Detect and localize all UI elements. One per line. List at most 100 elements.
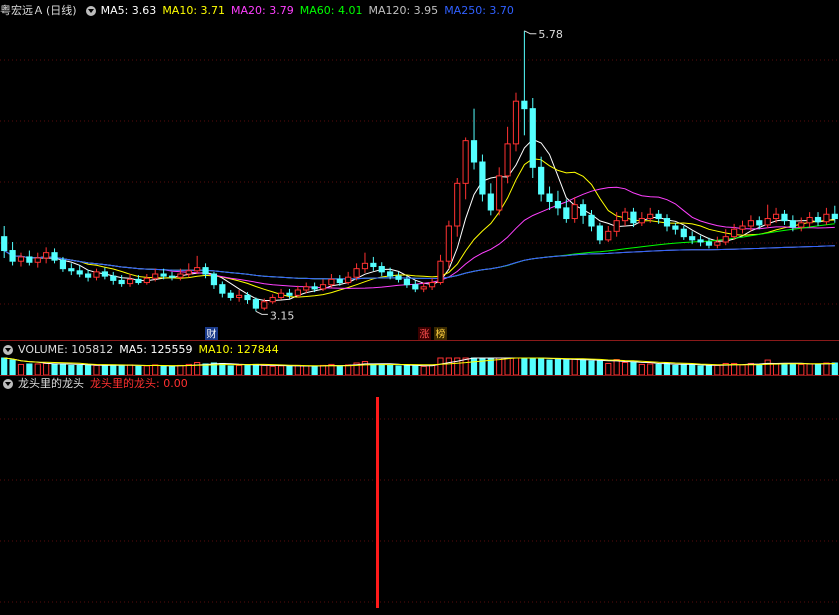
pane-divider (0, 340, 839, 341)
candle (437, 254, 444, 285)
volume-bar (697, 365, 704, 376)
dragon-head-signal-bar (376, 397, 379, 608)
rank-list-tag-text: 榜 (436, 328, 446, 341)
volume-bar (588, 360, 595, 376)
candle-body-down (387, 271, 394, 277)
candle-body-up (428, 282, 436, 288)
ma10-label: MA10: 3.71 (162, 4, 226, 17)
volume-label: VOLUME: 105812 (18, 343, 114, 356)
volume-bar (34, 363, 41, 376)
kline-chart[interactable]: 5.78 3.15 财 涨榜 (0, 0, 839, 615)
candle-body-up (194, 267, 201, 272)
candle-body-down (781, 213, 788, 222)
volume-bar (546, 359, 553, 376)
candle-body-down (160, 273, 167, 277)
candle (546, 186, 553, 210)
candle-body-up (445, 225, 452, 262)
finance-tag: 财 (205, 327, 218, 341)
candle (17, 252, 25, 267)
volume-bar (538, 357, 545, 376)
candle-body-up (294, 289, 301, 296)
volume-bar (554, 359, 562, 376)
volume-bar (496, 357, 503, 376)
candle-body-up (185, 270, 192, 275)
candle-body-down (663, 218, 671, 227)
stock-name[interactable]: 粤宏远Ａ (0, 3, 44, 19)
volume-bar (705, 365, 713, 376)
volume-bar (571, 358, 578, 376)
candle (823, 207, 830, 225)
volume-bar (286, 365, 293, 376)
candle-body-up (437, 260, 444, 284)
volume-bar (605, 362, 612, 376)
volume-ma5-label: MA5: 125559 (119, 343, 193, 356)
candle-body-up (621, 211, 629, 222)
candle-body-down (680, 228, 687, 238)
candle-body-down (546, 193, 553, 202)
candle-body-down (470, 140, 478, 163)
indicator-pane-menu-icon[interactable] (3, 379, 13, 389)
candle-body-up (571, 204, 578, 220)
volume-bar (395, 365, 402, 376)
candle (143, 274, 150, 285)
candle (252, 297, 259, 312)
candle-body-down (336, 278, 343, 284)
candle-body-down (814, 216, 822, 223)
volume-bar (110, 364, 117, 376)
volume-bar (403, 364, 411, 376)
indicator-value: 龙头里的龙头: 0.00 (90, 377, 188, 390)
candle (9, 242, 16, 266)
volume-bar (227, 365, 234, 376)
candle-body-up (823, 213, 830, 223)
candle-body-down (487, 193, 494, 211)
candle (101, 267, 108, 280)
volume-bar (663, 362, 671, 376)
candle-body-down (521, 100, 528, 110)
volume-bar (756, 364, 763, 376)
candle-body-up (605, 230, 612, 241)
volume-bar (177, 364, 184, 376)
volume-ma10-label: MA10: 127844 (198, 343, 279, 356)
volume-bar (160, 365, 167, 376)
candle (219, 281, 226, 298)
rank-list-tag: 榜 (434, 327, 447, 341)
candle (764, 204, 771, 229)
candle-body-up (328, 278, 335, 286)
volume-bar (823, 362, 830, 376)
ma60-label: MA60: 4.01 (299, 4, 363, 17)
candle (806, 212, 813, 228)
candle-body-down (110, 275, 117, 281)
candle (512, 92, 520, 152)
volume-bar (84, 364, 92, 376)
finance-tag-text: 财 (207, 328, 217, 341)
limit-up-tag: 涨 (418, 327, 431, 341)
candle-body-down (672, 225, 679, 230)
volume-bar (739, 364, 746, 376)
candle (26, 250, 33, 266)
candle (277, 288, 285, 300)
volume-menu-icon[interactable] (3, 345, 13, 355)
volume-bar (194, 361, 201, 376)
candle-body-down (370, 262, 377, 268)
candle (739, 220, 746, 234)
ma10-line (3, 158, 835, 298)
volume-bar (437, 357, 444, 376)
candle-body-up (126, 278, 134, 285)
candle-body-down (227, 292, 234, 298)
candle-body-down (596, 225, 603, 241)
volume-bar (370, 363, 377, 376)
candle (68, 263, 75, 276)
volume-bar (764, 359, 771, 376)
indicator-menu-icon[interactable] (85, 6, 96, 16)
candle-body-down (219, 284, 226, 294)
volume-bar (563, 359, 570, 376)
candle (76, 265, 83, 278)
candle-body-up (303, 286, 310, 291)
candle-body-up (93, 271, 100, 278)
volume-bar (580, 359, 587, 376)
volume-bar (126, 364, 134, 376)
candle (1, 226, 8, 258)
candle (126, 274, 134, 287)
volume-bar (17, 363, 25, 376)
candle-body-down (84, 273, 92, 278)
